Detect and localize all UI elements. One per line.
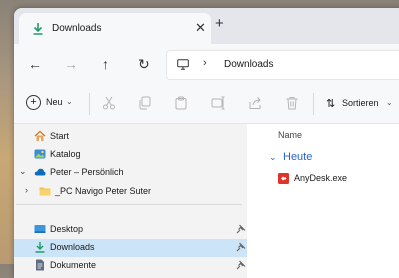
desktop-icon — [34, 225, 46, 233]
gallery-icon — [34, 149, 46, 159]
forward-button[interactable]: → — [64, 56, 78, 72]
toolbar-divider — [89, 93, 90, 115]
back-button[interactable]: ← — [28, 56, 42, 72]
document-icon — [36, 259, 44, 271]
download-icon — [35, 242, 45, 253]
tab-title: Downloads — [52, 23, 102, 34]
plus-circle-icon: + — [26, 95, 41, 110]
tab-downloads[interactable]: Downloads ✕ — [19, 13, 211, 44]
new-tab-button[interactable]: + — [215, 15, 224, 32]
navigation-pane: Start Katalog ⌄ Peter – Persönlich › _PC… — [14, 124, 247, 278]
navigation-bar: ← → ↑ ↻ › Downloads — [14, 44, 399, 85]
sidebar-item-label: Peter – Persönlich — [50, 167, 124, 177]
sidebar-item-downloads[interactable]: Downloads — [14, 239, 247, 257]
sidebar-item-label: Katalog — [50, 149, 81, 159]
sidebar-item-onedrive-personal[interactable]: ⌄ Peter – Persönlich — [14, 164, 247, 182]
home-icon — [34, 130, 46, 141]
toolbar-divider — [313, 93, 314, 115]
command-bar: + Neu ⌄ ⇅ Sortieren ⌄ — [14, 85, 399, 124]
rename-icon[interactable] — [211, 96, 225, 110]
column-header-name[interactable]: Name — [278, 130, 302, 140]
cut-icon[interactable] — [102, 96, 116, 110]
collapse-arrow-icon[interactable]: ⌄ — [19, 166, 27, 177]
group-label: Heute — [283, 151, 313, 163]
file-list-pane: Name ⌄ Heute AnyDesk.exe — [247, 124, 399, 278]
copy-icon[interactable] — [138, 96, 152, 110]
pin-icon[interactable] — [236, 242, 246, 252]
chevron-down-icon: ⌄ — [269, 152, 277, 162]
file-name: AnyDesk.exe — [294, 173, 348, 183]
breadcrumb-downloads[interactable]: Downloads — [224, 59, 273, 70]
sidebar-item-label: _PC Navigo Peter Suter — [55, 186, 152, 196]
address-bar[interactable]: › Downloads — [166, 50, 399, 80]
sidebar-divider — [16, 204, 242, 205]
refresh-button[interactable]: ↻ — [138, 56, 150, 73]
delete-icon[interactable] — [285, 96, 299, 110]
pin-icon[interactable] — [236, 224, 246, 234]
tab-strip: Downloads ✕ + — [14, 8, 399, 44]
close-tab-icon[interactable]: ✕ — [195, 20, 206, 36]
share-icon[interactable] — [248, 96, 262, 110]
paste-icon[interactable] — [174, 96, 188, 110]
sidebar-item-katalog[interactable]: Katalog — [14, 146, 247, 164]
expand-arrow-icon[interactable]: › — [25, 185, 28, 195]
sidebar-item-label: Dokumente — [50, 260, 97, 270]
sidebar-item-pc-navigo[interactable]: › _PC Navigo Peter Suter — [14, 183, 247, 201]
pin-icon[interactable] — [236, 260, 246, 270]
sort-button-label: Sortieren — [342, 98, 379, 108]
breadcrumb-separator: › — [203, 57, 207, 69]
new-button-label: Neu — [46, 97, 63, 107]
sidebar-item-label: Start — [50, 131, 70, 141]
sidebar-item-label: Downloads — [50, 242, 95, 252]
sidebar-item-start[interactable]: Start — [14, 128, 247, 146]
chevron-down-icon: ⌄ — [386, 98, 393, 107]
download-icon — [33, 23, 43, 35]
sidebar-item-dokumente[interactable]: Dokumente — [14, 257, 247, 275]
sort-arrows-icon: ⇅ — [326, 98, 336, 110]
anydesk-app-icon — [278, 173, 289, 184]
onedrive-cloud-icon — [34, 168, 46, 176]
up-button[interactable]: ↑ — [102, 56, 109, 72]
monitor-icon — [177, 59, 189, 70]
sidebar-item-desktop[interactable]: Desktop — [14, 221, 247, 239]
sidebar-item-label: Desktop — [50, 224, 84, 234]
folder-icon — [39, 187, 51, 196]
chevron-down-icon: ⌄ — [66, 97, 73, 106]
file-explorer-window: Downloads ✕ + ← → ↑ ↻ › Downloads + Neu … — [14, 8, 399, 278]
